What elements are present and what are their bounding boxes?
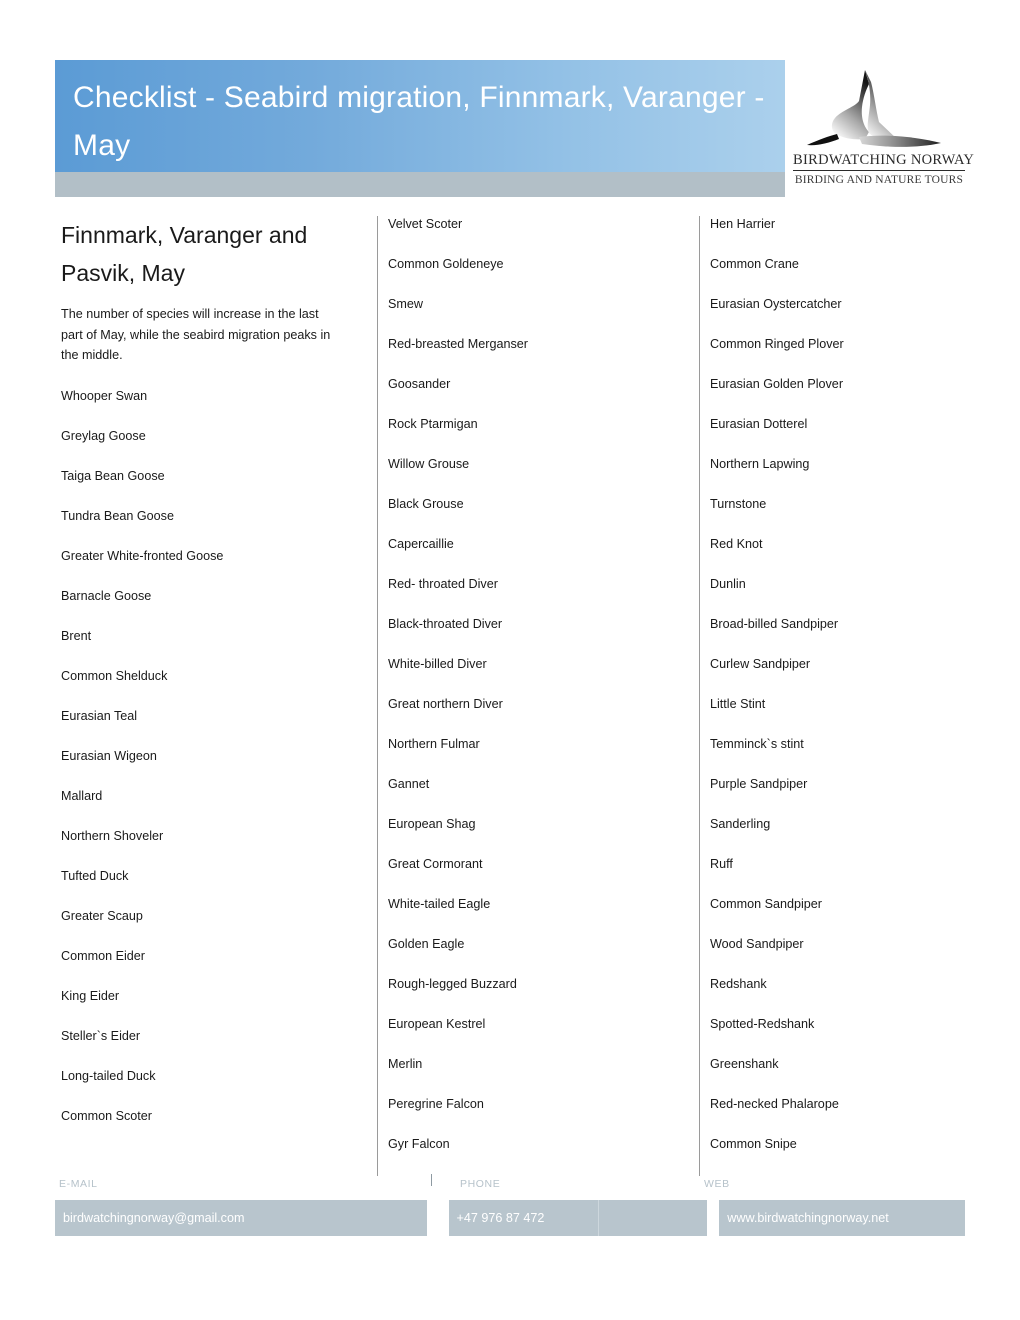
list-item: Black Grouse	[388, 497, 464, 511]
list-item: Northern Lapwing	[710, 457, 810, 471]
checklist-column-1: Finnmark, Varanger and Pasvik, May The n…	[55, 216, 377, 1176]
list-item: Red-breasted Merganser	[388, 337, 529, 351]
list-item: Eurasian Wigeon	[61, 748, 157, 763]
list-item: White-billed Diver	[388, 657, 487, 671]
logo-wordmark: BIRDWATCHING NORWAY BIRDING AND NATURE T…	[793, 152, 974, 186]
list-item: Eurasian Dotterel	[710, 417, 808, 431]
flying-gull-icon	[793, 60, 965, 152]
list-item: Common Scoter	[61, 1108, 152, 1123]
footer-divider-tick	[431, 1174, 432, 1186]
list-item: Mallard	[61, 788, 103, 803]
list-item: Peregrine Falcon	[388, 1097, 484, 1111]
list-item: Goosander	[388, 377, 451, 391]
species-list-1: Whooper Swan Greylag Goose Taiga Bean Go…	[61, 388, 367, 1124]
list-item: Red Knot	[710, 537, 763, 551]
list-item: Little Stint	[710, 697, 766, 711]
list-item: Rock Ptarmigan	[388, 417, 478, 431]
list-item: Steller`s Eider	[61, 1028, 141, 1043]
list-item: Greater White-fronted Goose	[61, 548, 224, 563]
phone-value: +47 976 87 472	[448, 1200, 599, 1236]
document-footer: E-MAIL PHONE WEB birdwatchingnorway@gmai…	[55, 1174, 965, 1238]
list-item: Common Goldeneye	[388, 257, 504, 271]
list-item: Northern Shoveler	[61, 828, 164, 843]
intro-paragraph: The number of species will increase in t…	[61, 307, 331, 362]
list-item: Whooper Swan	[61, 388, 148, 403]
list-item: Long-tailed Duck	[61, 1068, 156, 1083]
email-value[interactable]: birdwatchingnorway@gmail.com	[55, 1200, 427, 1236]
list-item: Common Sandpiper	[710, 897, 823, 911]
list-item: Common Snipe	[710, 1137, 797, 1151]
list-item: Great Cormorant	[388, 857, 483, 871]
list-item: Barnacle Goose	[61, 588, 152, 603]
logo-company-name: BIRDWATCHING NORWAY	[793, 152, 974, 171]
section-title: Finnmark, Varanger and Pasvik, May	[61, 222, 308, 286]
list-item: Tundra Bean Goose	[61, 508, 174, 523]
list-item: Merlin	[388, 1057, 423, 1071]
web-label: WEB	[704, 1178, 730, 1190]
list-item: Northern Fulmar	[388, 737, 480, 751]
footer-spacer-1	[427, 1200, 449, 1236]
list-item: Common Crane	[710, 257, 799, 271]
list-item: Dunlin	[710, 577, 746, 591]
footer-spacer-2	[707, 1200, 719, 1236]
phone-label: PHONE	[460, 1178, 501, 1190]
list-item: Rough-legged Buzzard	[388, 977, 517, 991]
list-item: Spotted-Redshank	[710, 1017, 815, 1031]
list-item: Golden Eagle	[388, 937, 465, 951]
list-item: King Eider	[61, 988, 120, 1003]
list-item: Smew	[388, 297, 423, 311]
list-item: Gannet	[388, 777, 430, 791]
list-item: Willow Grouse	[388, 457, 470, 471]
checklist-column-2: Velvet Scoter Common Goldeneye Smew Red-…	[377, 216, 699, 1176]
header-banner: Checklist - Seabird migration, Finnmark,…	[55, 60, 785, 172]
list-item: European Shag	[388, 817, 476, 831]
species-list-3: Hen Harrier Common Crane Eurasian Oyster…	[710, 216, 955, 1152]
footer-bands: birdwatchingnorway@gmail.com +47 976 87 …	[55, 1200, 965, 1236]
species-list-2: Velvet Scoter Common Goldeneye Smew Red-…	[388, 216, 689, 1152]
list-item: Redshank	[710, 977, 767, 991]
list-item: Turnstone	[710, 497, 767, 511]
list-item: Curlew Sandpiper	[710, 657, 811, 671]
list-item: Eurasian Golden Plover	[710, 377, 844, 391]
list-item: Greater Scaup	[61, 908, 143, 923]
list-item: Common Ringed Plover	[710, 337, 844, 351]
list-item: Sanderling	[710, 817, 771, 831]
logo-tagline: BIRDING AND NATURE TOURS	[794, 174, 964, 186]
list-item: Eurasian Teal	[61, 708, 138, 723]
list-item: White-tailed Eagle	[388, 897, 491, 911]
email-label: E-MAIL	[59, 1178, 98, 1190]
document-header: Checklist - Seabird migration, Finnmark,…	[55, 60, 974, 197]
list-item: Red-necked Phalarope	[710, 1097, 839, 1111]
list-item: Purple Sandpiper	[710, 777, 808, 791]
list-item: Hen Harrier	[710, 217, 776, 231]
list-item: Greylag Goose	[61, 428, 146, 443]
list-item: Velvet Scoter	[388, 217, 463, 231]
list-item: Great northern Diver	[388, 697, 503, 711]
list-item: Brent	[61, 628, 92, 643]
list-item: Capercaillie	[388, 537, 454, 551]
checklist-column-3: Hen Harrier Common Crane Eurasian Oyster…	[699, 216, 965, 1176]
list-item: Broad-billed Sandpiper	[710, 617, 839, 631]
list-item: Eurasian Oystercatcher	[710, 297, 842, 311]
header-grey-bar	[55, 172, 785, 197]
list-item: Black-throated Diver	[388, 617, 503, 631]
list-item: Ruff	[710, 857, 733, 871]
page-title: Checklist - Seabird migration, Finnmark,…	[73, 81, 765, 162]
company-logo: BIRDWATCHING NORWAY BIRDING AND NATURE T…	[793, 60, 974, 197]
list-item: European Kestrel	[388, 1017, 486, 1031]
list-item: Temminck`s stint	[710, 737, 804, 751]
list-item: Taiga Bean Goose	[61, 468, 165, 483]
list-item: Greenshank	[710, 1057, 779, 1071]
list-item: Wood Sandpiper	[710, 937, 804, 951]
list-item: Common Eider	[61, 948, 145, 963]
list-item: Common Shelduck	[61, 668, 168, 683]
list-item: Red- throated Diver	[388, 577, 498, 591]
footer-labels: E-MAIL PHONE WEB	[55, 1174, 965, 1198]
footer-blank-cell	[599, 1200, 708, 1236]
web-value[interactable]: www.birdwatchingnorway.net	[719, 1200, 965, 1236]
list-item: Gyr Falcon	[388, 1137, 450, 1151]
species-checklist: Finnmark, Varanger and Pasvik, May The n…	[55, 216, 965, 1176]
document-page: Checklist - Seabird migration, Finnmark,…	[0, 0, 1020, 1320]
list-item: Tufted Duck	[61, 868, 129, 883]
